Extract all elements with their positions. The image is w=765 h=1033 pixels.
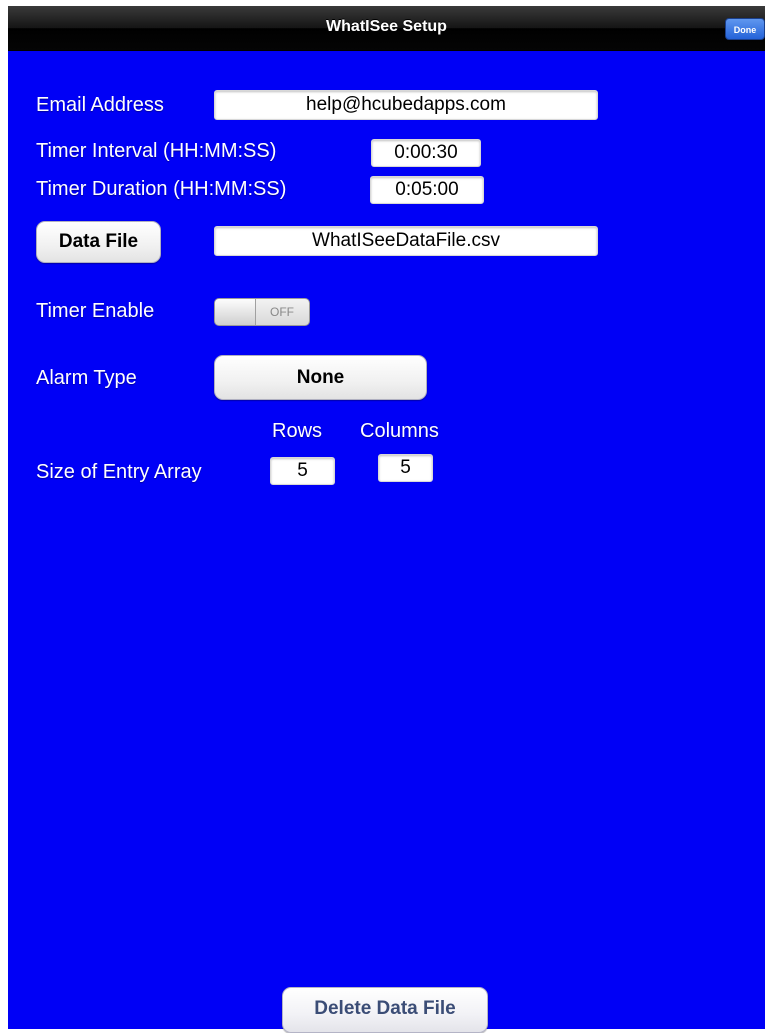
toggle-state-text: OFF — [270, 305, 294, 319]
timer-enable-toggle[interactable]: OFF — [214, 298, 310, 326]
timer-duration-label: Timer Duration (HH:MM:SS) — [36, 178, 287, 200]
data-file-button[interactable]: Data File — [36, 221, 161, 263]
entry-array-label: Size of Entry Array — [36, 461, 202, 483]
timer-interval-field[interactable]: 0:00:30 — [371, 139, 481, 167]
delete-data-file-button[interactable]: Delete Data File — [282, 987, 488, 1033]
rows-field[interactable]: 5 — [270, 457, 335, 485]
columns-field[interactable]: 5 — [378, 454, 433, 482]
toggle-knob — [215, 299, 256, 325]
alarm-type-button[interactable]: None — [214, 355, 427, 400]
nav-title: WhatISee Setup — [326, 18, 447, 35]
rows-header: Rows — [272, 420, 323, 442]
timer-enable-label: Timer Enable — [36, 300, 155, 322]
alarm-type-label: Alarm Type — [36, 367, 137, 389]
done-button[interactable]: Done — [725, 18, 765, 40]
timer-duration-field[interactable]: 0:05:00 — [370, 176, 484, 204]
email-field[interactable]: help@hcubedapps.com — [214, 90, 598, 120]
navigation-bar: WhatISee Setup Done — [8, 6, 765, 51]
columns-header: Columns — [360, 420, 439, 442]
email-label: Email Address — [36, 94, 164, 116]
data-file-field[interactable]: WhatISeeDataFile.csv — [214, 226, 598, 256]
setup-screen: WhatISee Setup Done Email Address help@h… — [8, 6, 765, 1029]
timer-interval-label: Timer Interval (HH:MM:SS) — [36, 140, 277, 162]
